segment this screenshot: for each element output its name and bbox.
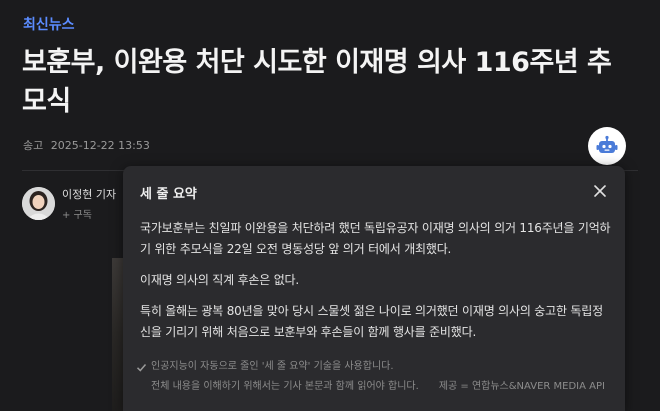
- summary-text: 국가보훈부는 친일파 이완용을 처단하려 했던 독립유공자 이재명 의사의 의거…: [140, 218, 612, 343]
- close-icon[interactable]: [592, 183, 608, 199]
- check-icon: [136, 363, 147, 372]
- ai-summary-button[interactable]: [588, 127, 626, 165]
- robot-icon: [596, 135, 618, 153]
- author-name[interactable]: 이정현 기자: [62, 186, 116, 202]
- summary-paragraph: 국가보훈부는 친일파 이완용을 처단하려 했던 독립유공자 이재명 의사의 의거…: [140, 221, 611, 256]
- article-meta: 송고 2025-12-22 13:53: [23, 137, 150, 153]
- article-headline: 보훈부, 이완용 처단 시도한 이재명 의사 116주년 추모식: [22, 47, 612, 117]
- timestamp: 2025-12-22 13:53: [50, 139, 150, 152]
- panel-title: 세 줄 요약: [140, 187, 197, 202]
- summary-panel: 세 줄 요약 국가보훈부는 친일파 이완용을 처단하려 했던 독립유공자 이재명…: [123, 166, 625, 411]
- notice-line-2: 전체 내용을 이해하기 위해서는 기사 본문과 함께 읽어야 합니다.: [151, 381, 419, 392]
- summary-paragraph: 특히 올해는 광복 80년을 맞아 당시 스물셋 젊은 나이로 의거했던 이재명…: [140, 304, 603, 339]
- summary-paragraph: 이재명 의사의 직계 후손은 없다.: [140, 273, 299, 287]
- ai-notice: 인공지능이 자동으로 줄인 '세 줄 요약' 기술을 사용합니다. 전체 내용을…: [136, 357, 616, 397]
- notice-line-1: 인공지능이 자동으로 줄인 '세 줄 요약' 기술을 사용합니다.: [151, 361, 394, 372]
- category-label[interactable]: 최신뉴스: [23, 14, 75, 34]
- source-credit: 제공 = 연합뉴스&NAVER MEDIA API: [438, 381, 605, 392]
- avatar[interactable]: [22, 187, 55, 220]
- author-byline: 이정현 기자 + 구독: [22, 186, 116, 221]
- subscribe-button[interactable]: + 구독: [62, 206, 116, 221]
- sent-label: 송고: [23, 139, 44, 152]
